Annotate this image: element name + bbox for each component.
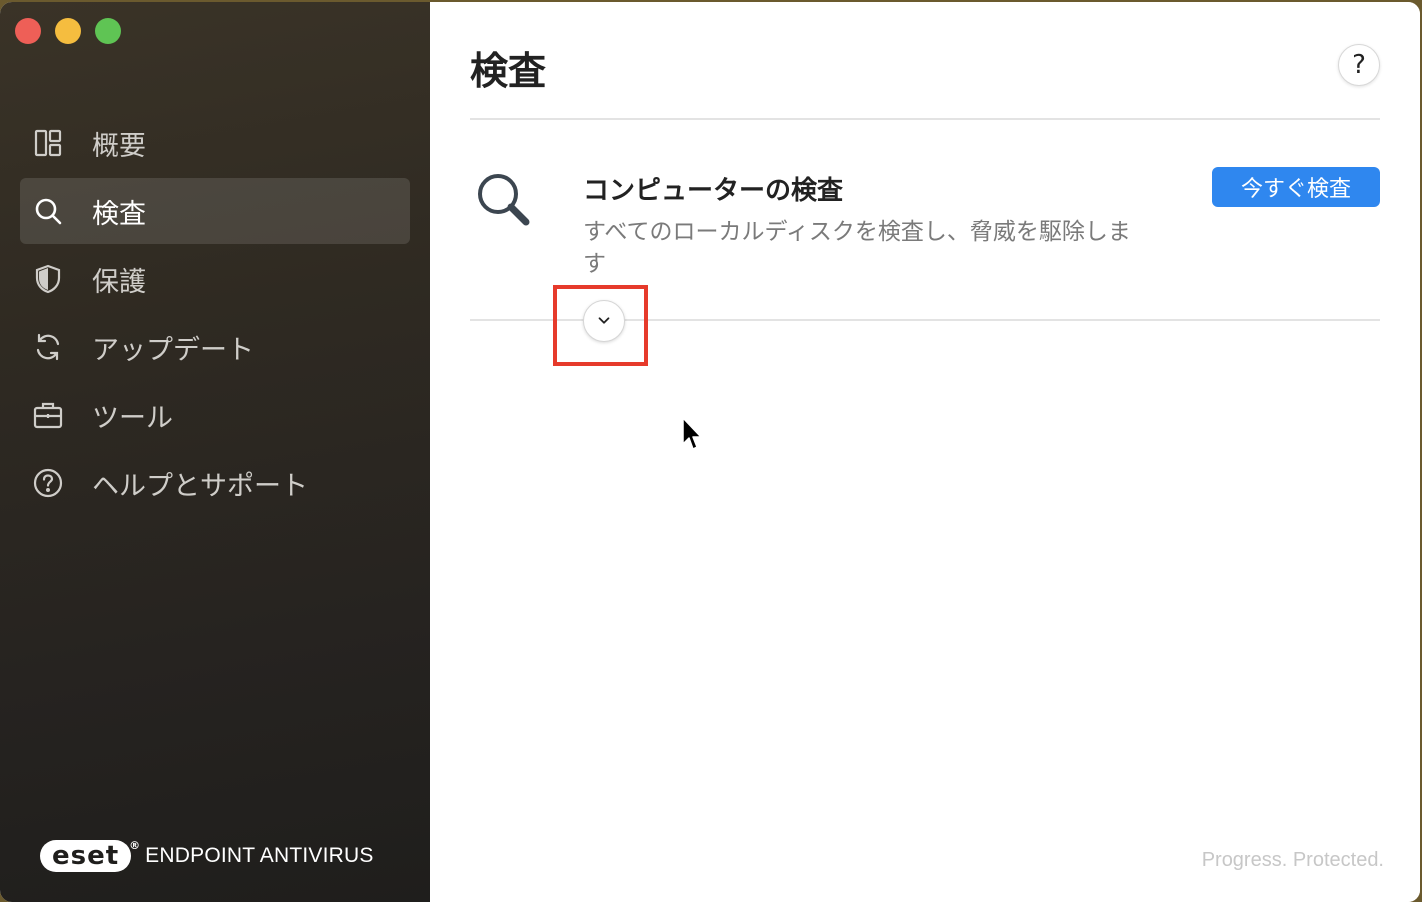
app-window: 概要 検査 保護 アップデート ツール ヘルプとサポート eset ® ENDP… [0, 2, 1420, 902]
tagline: Progress. Protected. [1201, 849, 1384, 871]
divider [470, 118, 1380, 120]
sidebar-item-scan[interactable]: 検査 [20, 178, 410, 244]
sidebar-item-protection[interactable]: 保護 [20, 246, 410, 312]
scan-title: コンピューターの検査 [583, 176, 844, 206]
maximize-window-button[interactable] [95, 18, 121, 44]
refresh-icon [32, 331, 64, 363]
close-window-button[interactable] [15, 18, 41, 44]
sidebar-nav: 概要 検査 保護 アップデート ツール ヘルプとサポート [20, 110, 410, 518]
help-button[interactable]: ? [1338, 44, 1380, 86]
sidebar-item-label: 検査 [92, 198, 146, 230]
minimize-window-button[interactable] [55, 18, 81, 44]
sidebar-item-label: 概要 [92, 130, 146, 162]
sidebar: 概要 検査 保護 アップデート ツール ヘルプとサポート eset ® ENDP… [0, 2, 430, 902]
sidebar-item-label: アップデート [92, 334, 254, 366]
sidebar-item-tools[interactable]: ツール [20, 382, 410, 448]
eset-logo: eset ® [40, 839, 140, 872]
scan-description: すべてのローカルディスクを検査し、脅威を駆除します [583, 219, 1131, 277]
brand: eset ® ENDPOINT ANTIVIRUS [40, 839, 374, 872]
magnifier-icon [474, 170, 534, 230]
page-title: 検査 [470, 49, 547, 93]
sidebar-item-help[interactable]: ヘルプとサポート [20, 450, 410, 516]
scan-now-button[interactable]: 今すぐ検査 [1212, 167, 1380, 207]
sidebar-item-overview[interactable]: 概要 [20, 110, 410, 176]
product-name: ENDPOINT ANTIVIRUS [145, 844, 374, 867]
toolbox-icon [32, 399, 64, 431]
highlight-box [553, 285, 648, 366]
sidebar-item-label: ヘルプとサポート [92, 470, 308, 502]
sidebar-item-label: 保護 [92, 266, 146, 298]
main-panel: 検査 ? コンピューターの検査 すべてのローカルディスクを検査し、脅威を駆除しま… [430, 2, 1420, 902]
window-controls [15, 18, 121, 44]
search-icon [32, 195, 64, 227]
dashboard-icon [32, 127, 64, 159]
sidebar-item-update[interactable]: アップデート [20, 314, 410, 380]
sidebar-item-label: ツール [92, 402, 173, 434]
help-circle-icon [32, 467, 64, 499]
shield-icon [32, 263, 64, 295]
mouse-cursor-icon [682, 417, 702, 450]
